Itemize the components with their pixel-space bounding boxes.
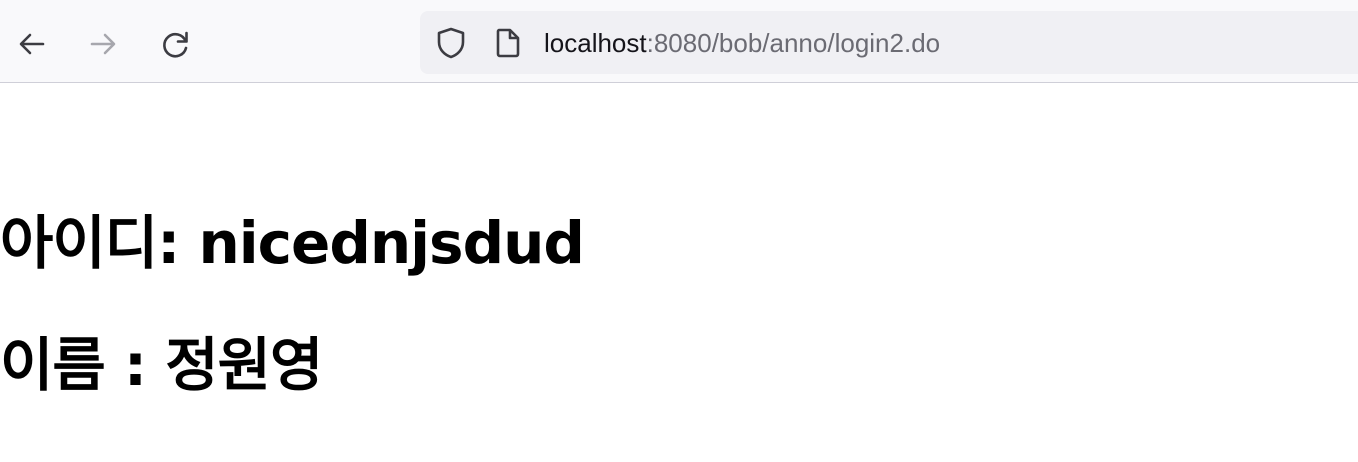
arrow-right-icon xyxy=(90,33,116,55)
url-text[interactable]: localhost:8080/bob/anno/login2.do xyxy=(544,27,940,59)
user-id-heading: 아이디: nicednjsdud xyxy=(0,209,585,277)
reload-icon xyxy=(163,31,188,58)
url-path: :8080/bob/anno/login2.do xyxy=(646,28,941,58)
page-info-button[interactable] xyxy=(491,26,525,60)
address-bar[interactable]: localhost:8080/bob/anno/login2.do xyxy=(420,11,1358,74)
site-security-button[interactable] xyxy=(434,26,468,60)
forward-button[interactable] xyxy=(81,22,125,66)
browser-toolbar: localhost:8080/bob/anno/login2.do xyxy=(0,0,1358,83)
back-button[interactable] xyxy=(10,22,54,66)
reload-button[interactable] xyxy=(154,22,198,66)
url-host: localhost xyxy=(544,28,647,58)
document-icon xyxy=(496,28,520,58)
shield-icon xyxy=(437,27,465,59)
arrow-left-icon xyxy=(19,33,45,55)
user-name-heading: 이름 : 정원영 xyxy=(0,331,323,399)
